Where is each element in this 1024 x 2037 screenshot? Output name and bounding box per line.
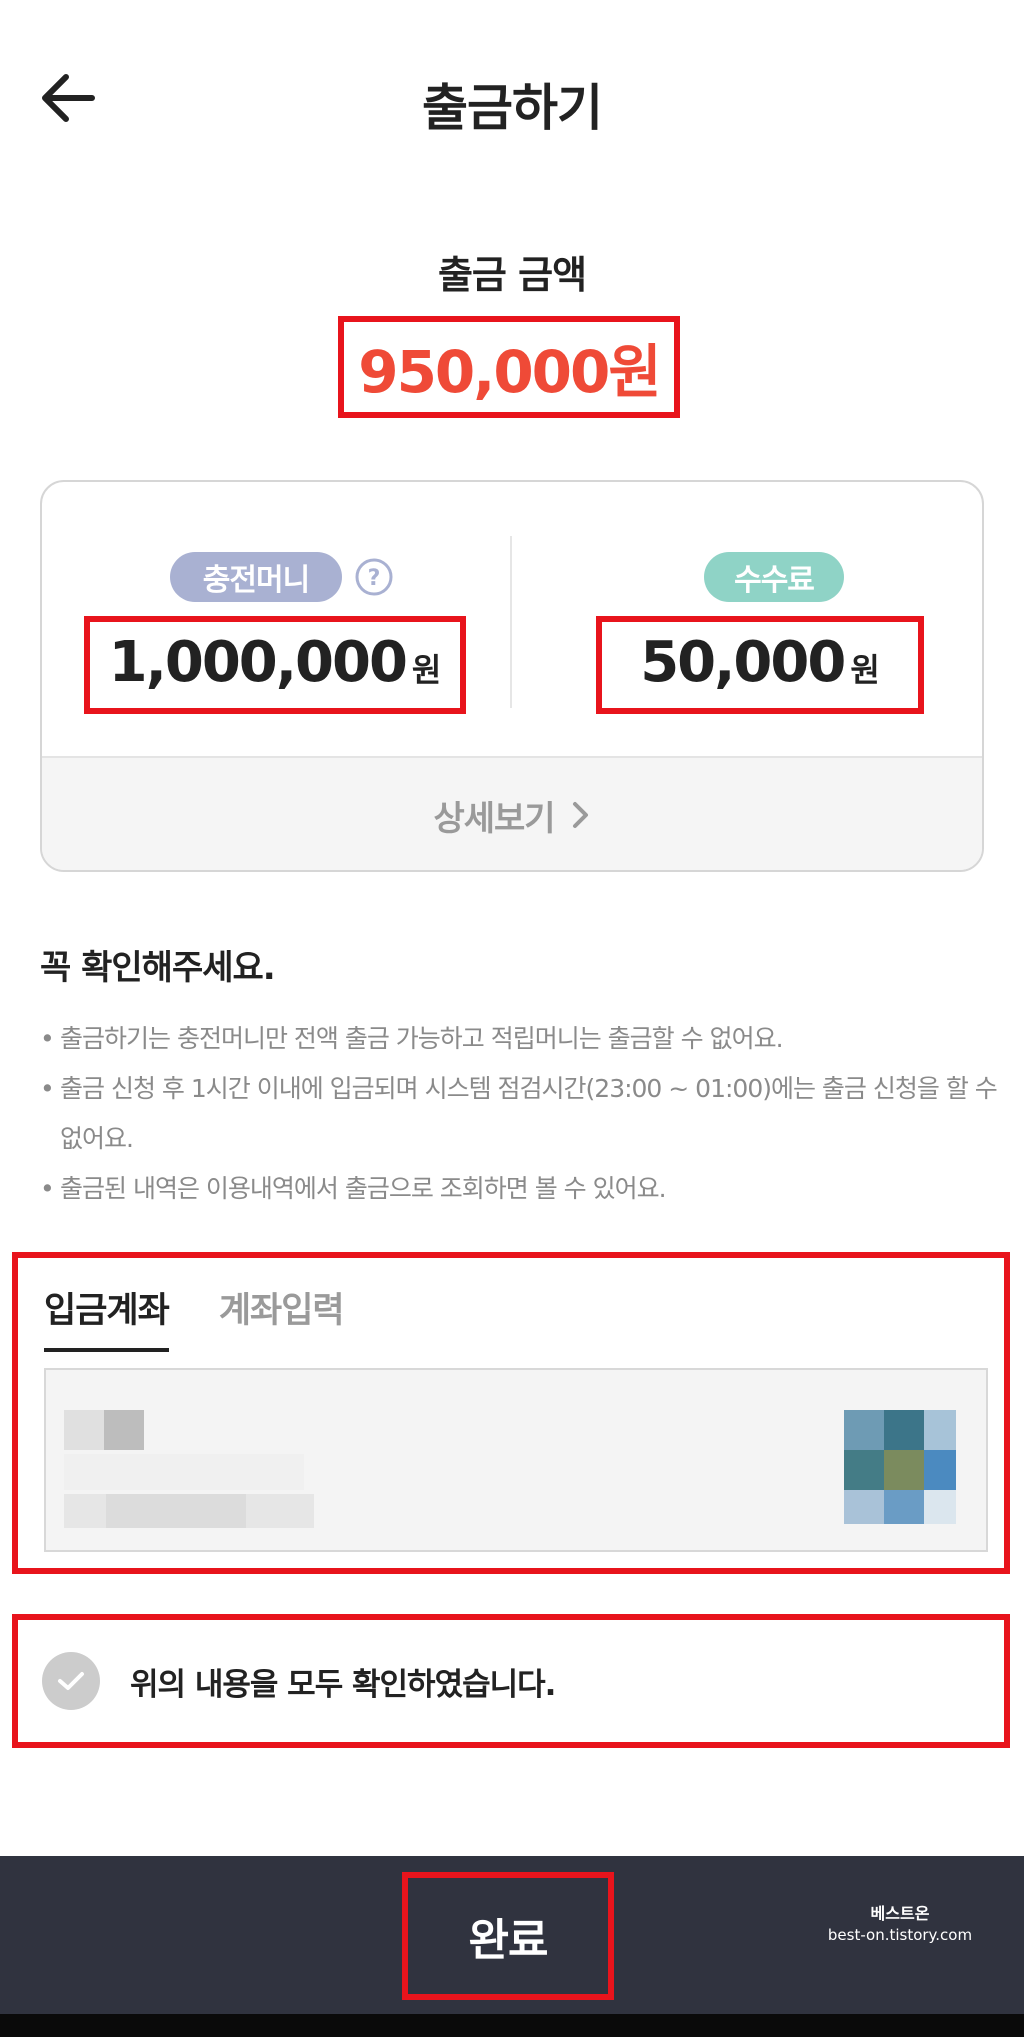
fee-unit: 원 [850, 651, 880, 689]
detail-view-label: 상세보기 [433, 798, 555, 839]
charge-money-column: 충전머니 ? 1,000,000 원 [42, 482, 510, 756]
notice-item: 출금된 내역은 이용내역에서 출금으로 조회하면 볼 수 있어요. [40, 1164, 1000, 1214]
confirm-label: 위의 내용을 모두 확인하였습니다. [130, 1666, 556, 1703]
withdraw-amount-value: 950,000원 [358, 338, 662, 406]
check-icon [58, 1672, 84, 1690]
notice-title: 꼭 확인해주세요. [40, 948, 276, 988]
withdraw-amount-highlight: 950,000원 [338, 316, 680, 418]
tab-enter-account[interactable]: 계좌입력 [219, 1282, 345, 1352]
watermark-name: 베스트온 [870, 1904, 930, 1923]
account-tabs: 입금계좌 계좌입력 [44, 1282, 394, 1352]
question-circle-icon[interactable]: ? [354, 557, 394, 597]
balance-summary-card: 충전머니 ? 1,000,000 원 수수료 50,000 원 상세보기 [40, 480, 984, 872]
account-card[interactable] [44, 1368, 988, 1552]
tab-deposit-account[interactable]: 입금계좌 [44, 1282, 170, 1352]
chevron-right-icon [572, 802, 588, 828]
notice-item: 출금하기는 충전머니만 전액 출금 가능하고 적립머니는 출금할 수 없어요. [40, 1014, 1000, 1064]
done-label: 완료 [468, 1915, 549, 1966]
charge-money-highlight: 1,000,000 원 [84, 616, 466, 714]
charge-money-amount: 1,000,000 [108, 630, 408, 695]
fee-badge: 수수료 [704, 552, 844, 602]
charge-money-unit: 원 [411, 651, 442, 689]
deposit-account-section: 입금계좌 계좌입력 [12, 1252, 1010, 1574]
blurred-account-number [64, 1454, 304, 1490]
svg-text:?: ? [368, 566, 381, 591]
done-button[interactable]: 완료 [402, 1872, 614, 2000]
watermark-url: best-on.tistory.com [827, 1926, 973, 1944]
charge-money-badge: 충전머니 [170, 552, 342, 602]
summary-columns: 충전머니 ? 1,000,000 원 수수료 50,000 원 [42, 482, 982, 756]
fee-highlight: 50,000 원 [596, 616, 924, 714]
bank-logo [844, 1410, 956, 1530]
header: 출금하기 [0, 0, 1024, 200]
page-title: 출금하기 [422, 79, 603, 137]
confirm-checkbox[interactable]: 위의 내용을 모두 확인하였습니다. [12, 1614, 1010, 1748]
bottom-action-bar: 완료 베스트온 best-on.tistory.com [0, 1856, 1024, 2014]
fee-amount: 50,000 [640, 630, 846, 695]
withdraw-amount-label: 출금 금액 [437, 253, 587, 297]
blurred-account-number [106, 1494, 246, 1528]
watermark: 베스트온 best-on.tistory.com [800, 1900, 1000, 1944]
system-navigation-strip [0, 2014, 1024, 2037]
detail-view-button[interactable]: 상세보기 [42, 756, 982, 870]
check-circle [42, 1652, 100, 1710]
blurred-bank-name [104, 1410, 144, 1450]
blurred-bank-name [64, 1410, 104, 1450]
notice-list: 출금하기는 충전머니만 전액 출금 가능하고 적립머니는 출금할 수 없어요. … [40, 1014, 1000, 1214]
notice-item: 출금 신청 후 1시간 이내에 입금되며 시스템 점검시간(23:00 ~ 01… [40, 1064, 1000, 1164]
